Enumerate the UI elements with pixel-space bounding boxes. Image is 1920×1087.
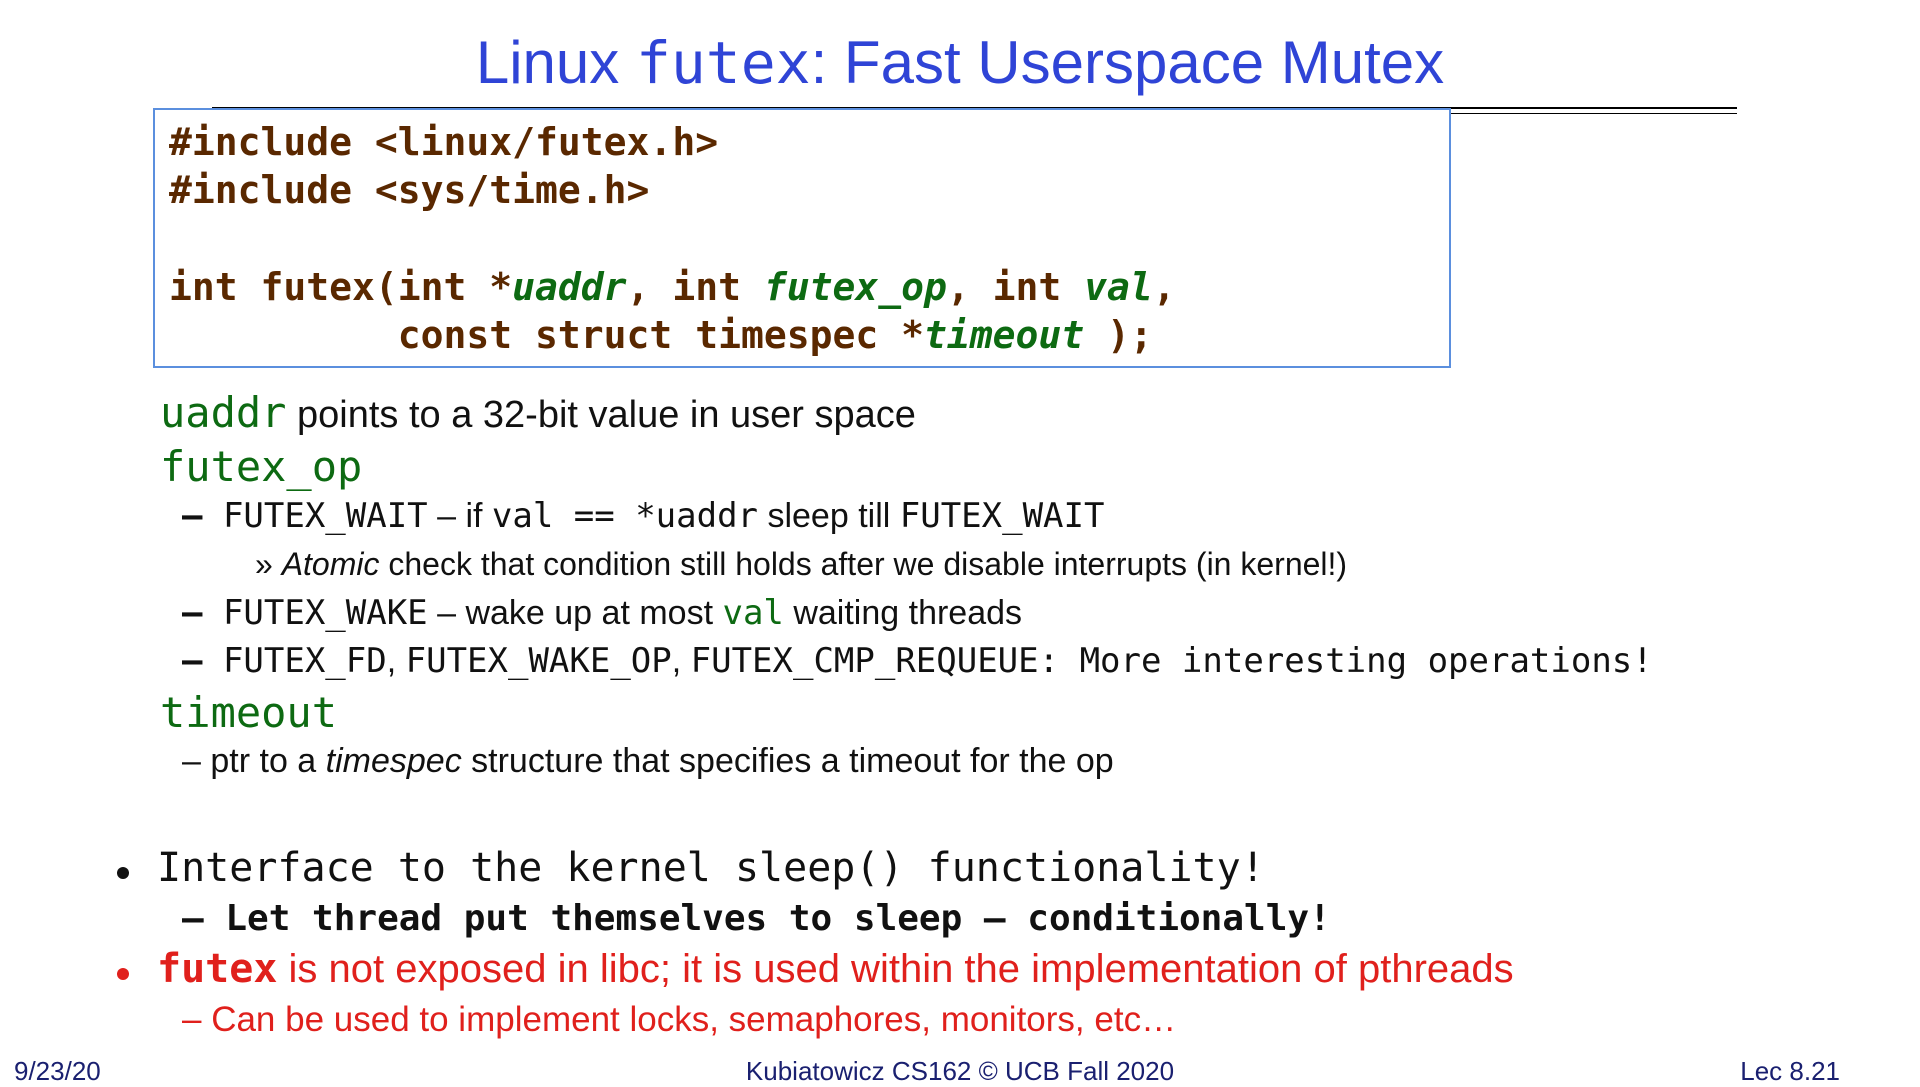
- futex-wake-rest: waiting threads: [783, 594, 1023, 632]
- bullet-futex-code: futex: [157, 946, 278, 992]
- code-int2: , int: [626, 265, 764, 309]
- param-uaddr-line: uaddr points to a 32-bit value in user s…: [160, 388, 916, 437]
- code-end1: ,: [1152, 265, 1176, 309]
- timeout-desc-line: – ptr to a timespec structure that speci…: [182, 742, 1114, 781]
- param-uaddr-name: uaddr: [160, 388, 287, 437]
- title-prefix: Linux: [475, 29, 636, 96]
- title-code: futex: [635, 29, 811, 97]
- footer-lecture: Lec 8.21: [1740, 1056, 1840, 1086]
- sub-mark: »: [255, 546, 273, 582]
- bullet-dot-1: [117, 867, 129, 879]
- futex-wait-mid: sleep till: [758, 497, 900, 535]
- bullet-futex-sub: – Can be used to implement locks, semaph…: [182, 1000, 1177, 1039]
- param-uaddr-desc: points to a 32-bit value in user space: [286, 394, 916, 436]
- bullet-interface: Interface to the kernel sleep() function…: [157, 845, 1265, 891]
- code-param-timeout: timeout: [923, 313, 1085, 357]
- code-int1: int futex(int *: [169, 265, 513, 309]
- sub-rest: check that condition still holds after w…: [379, 546, 1348, 582]
- code-const: const struct timespec *: [169, 313, 924, 357]
- code-line-signature-cont: const struct timespec *timeout );: [169, 313, 1153, 357]
- bullet-futex-text: is not exposed in libc; it is used withi…: [277, 947, 1514, 991]
- futex-wait-name: FUTEX_WAIT: [222, 496, 428, 536]
- code-param-uaddr: uaddr: [512, 265, 627, 309]
- timeout-italic: timespec: [325, 742, 462, 780]
- code-box: #include <linux/futex.h> #include <sys/t…: [153, 108, 1451, 368]
- code-param-val: val: [1084, 265, 1153, 309]
- futex-more-rest: : More interesting operations!: [1038, 641, 1653, 681]
- futex-wait-name2: FUTEX_WAIT: [899, 496, 1105, 536]
- futex-wake-op: FUTEX_WAKE_OP: [405, 641, 672, 681]
- bullet-dot-2: [117, 968, 129, 980]
- code-line-signature: int futex(int *uaddr, int futex_op, int …: [169, 265, 1176, 309]
- futex-wake-val: val: [722, 593, 784, 633]
- futex-wait-dash: –: [182, 496, 223, 536]
- timeout-post: structure that specifies a timeout for t…: [461, 742, 1114, 780]
- futex-wait-sub: » Atomic check that condition still hold…: [255, 546, 1347, 583]
- code-end2: );: [1084, 313, 1153, 357]
- futex-wait-cond: val == *uaddr: [491, 496, 759, 536]
- futex-wake-mid: – wake up at most: [427, 594, 723, 632]
- bullet-futex-libc: futex is not exposed in libc; it is used…: [157, 946, 1514, 992]
- futex-fd: FUTEX_FD: [222, 641, 387, 681]
- futex-more-dash: –: [182, 641, 223, 681]
- futex-wake-dash: –: [182, 593, 223, 633]
- futex-comma2: ,: [671, 642, 691, 680]
- timeout-pre: ptr to a: [200, 742, 326, 780]
- futex-wake-name: FUTEX_WAKE: [222, 593, 428, 633]
- futex-wait-line: – FUTEX_WAIT – if val == *uaddr sleep ti…: [182, 496, 1104, 536]
- futex-wait-sep: – if: [427, 497, 492, 535]
- sub-atomic: Atomic: [281, 546, 380, 582]
- param-futex-op-name: futex_op: [160, 442, 363, 491]
- futex-more-line: – FUTEX_FD, FUTEX_WAKE_OP, FUTEX_CMP_REQ…: [182, 641, 1653, 681]
- footer-course: Kubiatowicz CS162 © UCB Fall 2020: [745, 1056, 1175, 1086]
- code-param-futex-op: futex_op: [763, 265, 947, 309]
- slide-title: Linux futex: Fast Userspace Mutex: [0, 28, 1920, 98]
- code-line-include-time: #include <sys/time.h>: [169, 168, 650, 212]
- bullet-interface-sub: – Let thread put themselves to sleep – c…: [182, 898, 1331, 939]
- futex-wake-line: – FUTEX_WAKE – wake up at most val waiti…: [182, 593, 1022, 633]
- futex-comma1: ,: [386, 642, 406, 680]
- param-timeout-name: timeout: [160, 688, 338, 737]
- title-suffix: : Fast Userspace Mutex: [810, 29, 1445, 96]
- timeout-dash: –: [182, 742, 201, 780]
- futex-cmp-requeue: FUTEX_CMP_REQUEUE: [690, 641, 1039, 681]
- code-line-include-futex: #include <linux/futex.h>: [169, 120, 719, 164]
- code-int3: , int: [946, 265, 1085, 309]
